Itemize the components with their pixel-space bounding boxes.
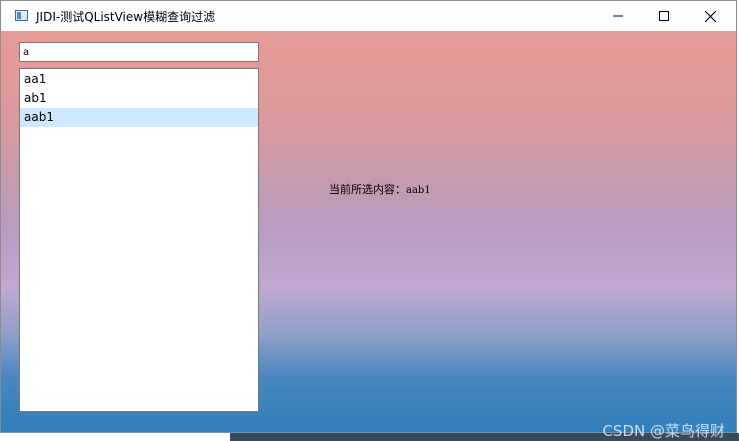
minimize-button[interactable] xyxy=(595,1,641,31)
window-title: JIDI-测试QListView模糊查询过滤 xyxy=(36,10,216,24)
app-window-icon xyxy=(15,10,28,21)
close-icon xyxy=(704,10,716,22)
minimize-icon xyxy=(613,15,623,17)
list-item[interactable]: ab1 xyxy=(20,89,258,108)
status-value: aab1 xyxy=(406,185,431,196)
search-input[interactable] xyxy=(19,42,259,62)
maximize-icon xyxy=(659,11,669,21)
close-button[interactable] xyxy=(687,1,733,31)
client-area: aa1 ab1 aab1 当前所选内容：aab1 xyxy=(1,31,736,432)
list-view[interactable]: aa1 ab1 aab1 xyxy=(19,68,259,412)
status-label: 当前所选内容： xyxy=(329,183,406,196)
list-item-selected[interactable]: aab1 xyxy=(20,108,258,127)
selection-status: 当前所选内容：aab1 xyxy=(329,181,431,197)
list-item[interactable]: aa1 xyxy=(20,70,258,89)
main-window: JIDI-测试QListView模糊查询过滤 aa1 ab1 aab1 当前 xyxy=(0,0,737,433)
title-bar[interactable]: JIDI-测试QListView模糊查询过滤 xyxy=(1,1,736,31)
maximize-button[interactable] xyxy=(641,1,687,31)
watermark: CSDN @菜鸟得财 xyxy=(602,422,725,440)
